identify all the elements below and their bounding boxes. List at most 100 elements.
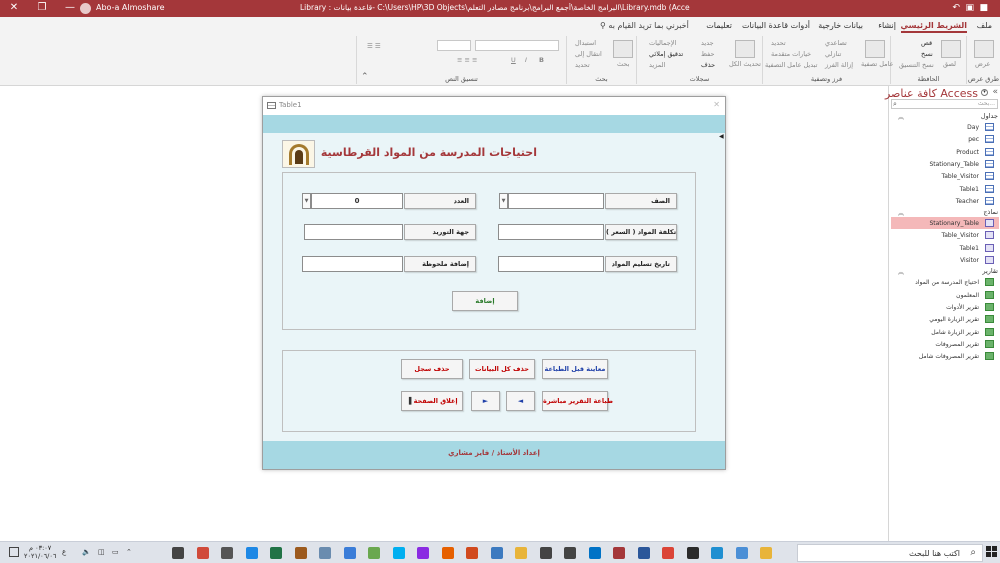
settings-icon[interactable] [735, 547, 748, 559]
copy-button[interactable]: نسخ [921, 50, 933, 58]
find-button[interactable]: بحث [617, 60, 629, 68]
form-tab[interactable]: Table1 ✕ [263, 97, 725, 115]
paste-button[interactable]: لصق [943, 60, 956, 68]
nav-section-0[interactable]: ︽ جداول [889, 111, 1000, 121]
calc-icon[interactable] [221, 547, 233, 559]
notepad-icon[interactable] [368, 547, 380, 559]
battery-icon[interactable]: ▭ [112, 548, 119, 556]
close-page-button[interactable]: ▐ إغلاق الصفحة [401, 391, 463, 411]
shutter-bar-icon[interactable]: « [992, 87, 998, 97]
collapse-icon[interactable]: ︽ [898, 112, 904, 121]
nav-item[interactable]: Table_Visitor [891, 170, 999, 182]
record-selector-icon[interactable]: ◀ [719, 133, 725, 140]
refresh-icon[interactable] [735, 40, 755, 58]
nav-section-1[interactable]: ︽ نماذج [889, 207, 1000, 217]
collapse-ribbon-icon[interactable]: ⌃ [361, 72, 369, 82]
tab-external-data[interactable]: بيانات خارجية [818, 21, 863, 30]
supplier-field[interactable] [304, 224, 403, 240]
tell-me-box[interactable]: ⚲ أخبرني بما تريد القيام به [600, 21, 689, 30]
folder-icon[interactable] [515, 547, 527, 559]
nav-item[interactable]: تقرير المصروفات [891, 338, 999, 350]
toggle-filter-button[interactable]: تبديل عامل التصفية [765, 61, 817, 69]
nav-item[interactable]: تقرير الأدوات [891, 301, 999, 313]
sort-ascending-button[interactable]: تصاعدي [825, 39, 847, 47]
shop-icon[interactable] [686, 547, 699, 559]
cmd-icon[interactable] [172, 547, 184, 559]
count-combo[interactable]: 0 [311, 193, 403, 209]
undo-icon[interactable]: ↶ [952, 3, 960, 13]
taskbar-search-input[interactable]: ⌕ اكتب هنا للبحث [797, 544, 983, 562]
replace-button[interactable]: استبدال [575, 39, 596, 47]
new-record-button[interactable]: جديد [701, 39, 714, 47]
access-icon[interactable] [613, 547, 625, 559]
list-icons[interactable]: ☰ ☰ [367, 42, 381, 50]
language-indicator[interactable]: ع [62, 548, 66, 556]
nav-section-2[interactable]: ︽ تقارير [889, 266, 1000, 276]
format-painter-button[interactable]: نسخ التنسيق [899, 61, 934, 69]
globe-icon[interactable] [343, 547, 356, 559]
add-button[interactable]: إضافة [452, 291, 518, 311]
view-icon[interactable] [974, 40, 994, 58]
maximize-window-button[interactable]: ❐ [28, 0, 56, 17]
chevron-down-icon[interactable]: ▼ [302, 193, 311, 209]
word-icon[interactable] [637, 547, 650, 559]
chevron-down-icon[interactable]: ▼ [499, 193, 508, 209]
tab-help[interactable]: تعليمات [706, 21, 732, 30]
grade-combo[interactable] [508, 193, 604, 209]
nav-item[interactable]: Stationary_Table [891, 217, 999, 230]
nav-item[interactable]: احتياج المدرسة من المواد [891, 276, 999, 288]
media-icon[interactable] [466, 547, 478, 559]
tab-database-tools[interactable]: أدوات قاعدة البيانات [742, 21, 810, 30]
nav-item[interactable]: Day [891, 121, 999, 133]
speaker-icon[interactable]: 🔈 [82, 548, 91, 556]
windows-start-icon[interactable] [986, 546, 998, 558]
underline-icon[interactable]: U [511, 56, 516, 64]
chrome-icon[interactable] [662, 547, 674, 559]
nav-item[interactable]: تقرير الزيارة شامل [891, 326, 999, 338]
tab-home[interactable]: الشريط الرئيسي [900, 21, 967, 33]
firefox-icon[interactable] [441, 547, 454, 559]
file-explorer-icon[interactable] [760, 547, 772, 559]
avatar[interactable] [80, 3, 91, 14]
photos-icon[interactable] [490, 547, 503, 559]
view-button[interactable]: عرض [975, 60, 990, 68]
nav-item[interactable]: المعلمون [891, 289, 999, 301]
tab-file[interactable]: ملف [977, 21, 992, 30]
nav-item[interactable]: Table1 [891, 183, 999, 195]
edge-icon[interactable] [711, 547, 723, 559]
refresh-all-button[interactable]: تحديث الكل [729, 60, 761, 68]
close-form-icon[interactable]: ✕ [713, 100, 720, 109]
network-icon[interactable]: ◫ [98, 548, 105, 556]
spelling-button[interactable]: تدقيق إملائي [649, 50, 683, 58]
skype-icon[interactable] [392, 547, 405, 559]
filter-button[interactable]: عامل تصفية [861, 60, 894, 68]
notification-icon[interactable] [9, 547, 19, 557]
collapse-icon[interactable]: ︽ [898, 208, 904, 217]
outlook-icon[interactable] [588, 547, 601, 559]
find-icon[interactable] [613, 40, 633, 58]
delete-record-button[interactable]: حذف سجل [401, 359, 463, 379]
delivery-date-field[interactable] [498, 256, 604, 272]
font-name-select[interactable] [475, 40, 559, 51]
nav-item[interactable]: تقرير المصروفات شامل [891, 350, 999, 362]
delete-all-button[interactable]: حذف كل البيانات [469, 359, 535, 379]
app-icon[interactable] [319, 547, 331, 559]
advanced-filter-button[interactable]: خيارات متقدمة [771, 50, 811, 58]
nav-item[interactable]: Table1 [891, 242, 999, 254]
italic-icon[interactable]: I [525, 56, 527, 64]
player-icon[interactable] [564, 547, 576, 559]
nav-item[interactable]: Visitor [891, 254, 999, 266]
mail-icon[interactable] [539, 547, 552, 559]
bold-icon[interactable]: B [539, 56, 544, 64]
nav-item[interactable]: Stationary_Table [891, 158, 999, 170]
cut-button[interactable]: قص [921, 39, 932, 47]
remove-sort-button[interactable]: إزالة الفرز [825, 61, 853, 69]
print-report-button[interactable]: طباعة التقرير مباشرة [542, 391, 613, 411]
excel-icon[interactable] [270, 547, 282, 559]
delete-record-button[interactable]: حذف [701, 61, 715, 69]
collapse-icon[interactable]: ︽ [898, 267, 904, 276]
save-icon[interactable]: ■ [979, 3, 988, 13]
cost-field[interactable] [498, 224, 604, 240]
snip-icon[interactable] [196, 547, 209, 559]
sort-descending-button[interactable]: تنازلي [825, 50, 841, 58]
